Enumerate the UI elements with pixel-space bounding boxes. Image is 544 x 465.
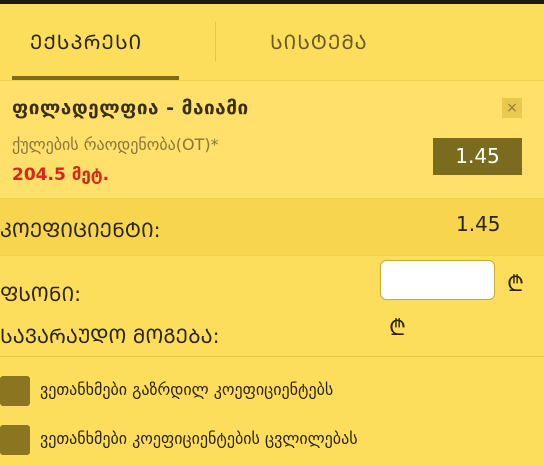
checkbox-label: ვეთანხმები გაზრდილ კოეფიციენტებს: [40, 380, 334, 399]
lari-currency-icon: ₾: [389, 316, 406, 341]
tab-separator: [215, 22, 216, 62]
bet-outcome: 204.5 მეტ.: [12, 165, 110, 185]
match-title: ფილადელფია - მაიამი: [12, 97, 249, 119]
stake-label: ᲤᲡᲝᲜᲘ:: [0, 282, 81, 306]
checkbox-label: ვეთანხმები კოეფიციენტების ცვლილებას: [40, 429, 358, 448]
lari-currency-icon: ₾: [507, 272, 524, 297]
coefficient-label: ᲙᲝᲔᲤᲘᲪᲘᲔᲜᲢᲘ:: [0, 218, 161, 242]
close-icon[interactable]: ×: [502, 98, 522, 118]
checkbox[interactable]: [0, 425, 30, 455]
coefficient-value: 1.45: [456, 212, 501, 236]
possible-win-label: ᲡᲐᲕᲐᲠᲐᲣᲓᲝ ᲛᲝᲒᲔᲑᲐ:: [0, 324, 220, 348]
divider: [0, 356, 544, 357]
odd-button[interactable]: 1.45: [433, 138, 522, 175]
checkbox[interactable]: [0, 376, 30, 406]
bet-item: ფილადელფია - მაიამი × ქულების რაოდენობა(…: [0, 80, 544, 199]
betslip-tabs: ᲔᲥᲡᲞᲠᲔᲡᲘ ᲡᲘᲡᲢᲔᲛᲐ: [0, 4, 544, 80]
coefficient-row: ᲙᲝᲔᲤᲘᲪᲘᲔᲜᲢᲘ: 1.45: [0, 198, 544, 256]
stake-input[interactable]: [380, 260, 495, 300]
tab-express[interactable]: ᲔᲥᲡᲞᲠᲔᲡᲘ: [30, 4, 142, 80]
market-name: ქულების რაოდენობა(OT)*: [12, 135, 219, 154]
tab-system[interactable]: ᲡᲘᲡᲢᲔᲛᲐ: [270, 4, 368, 80]
